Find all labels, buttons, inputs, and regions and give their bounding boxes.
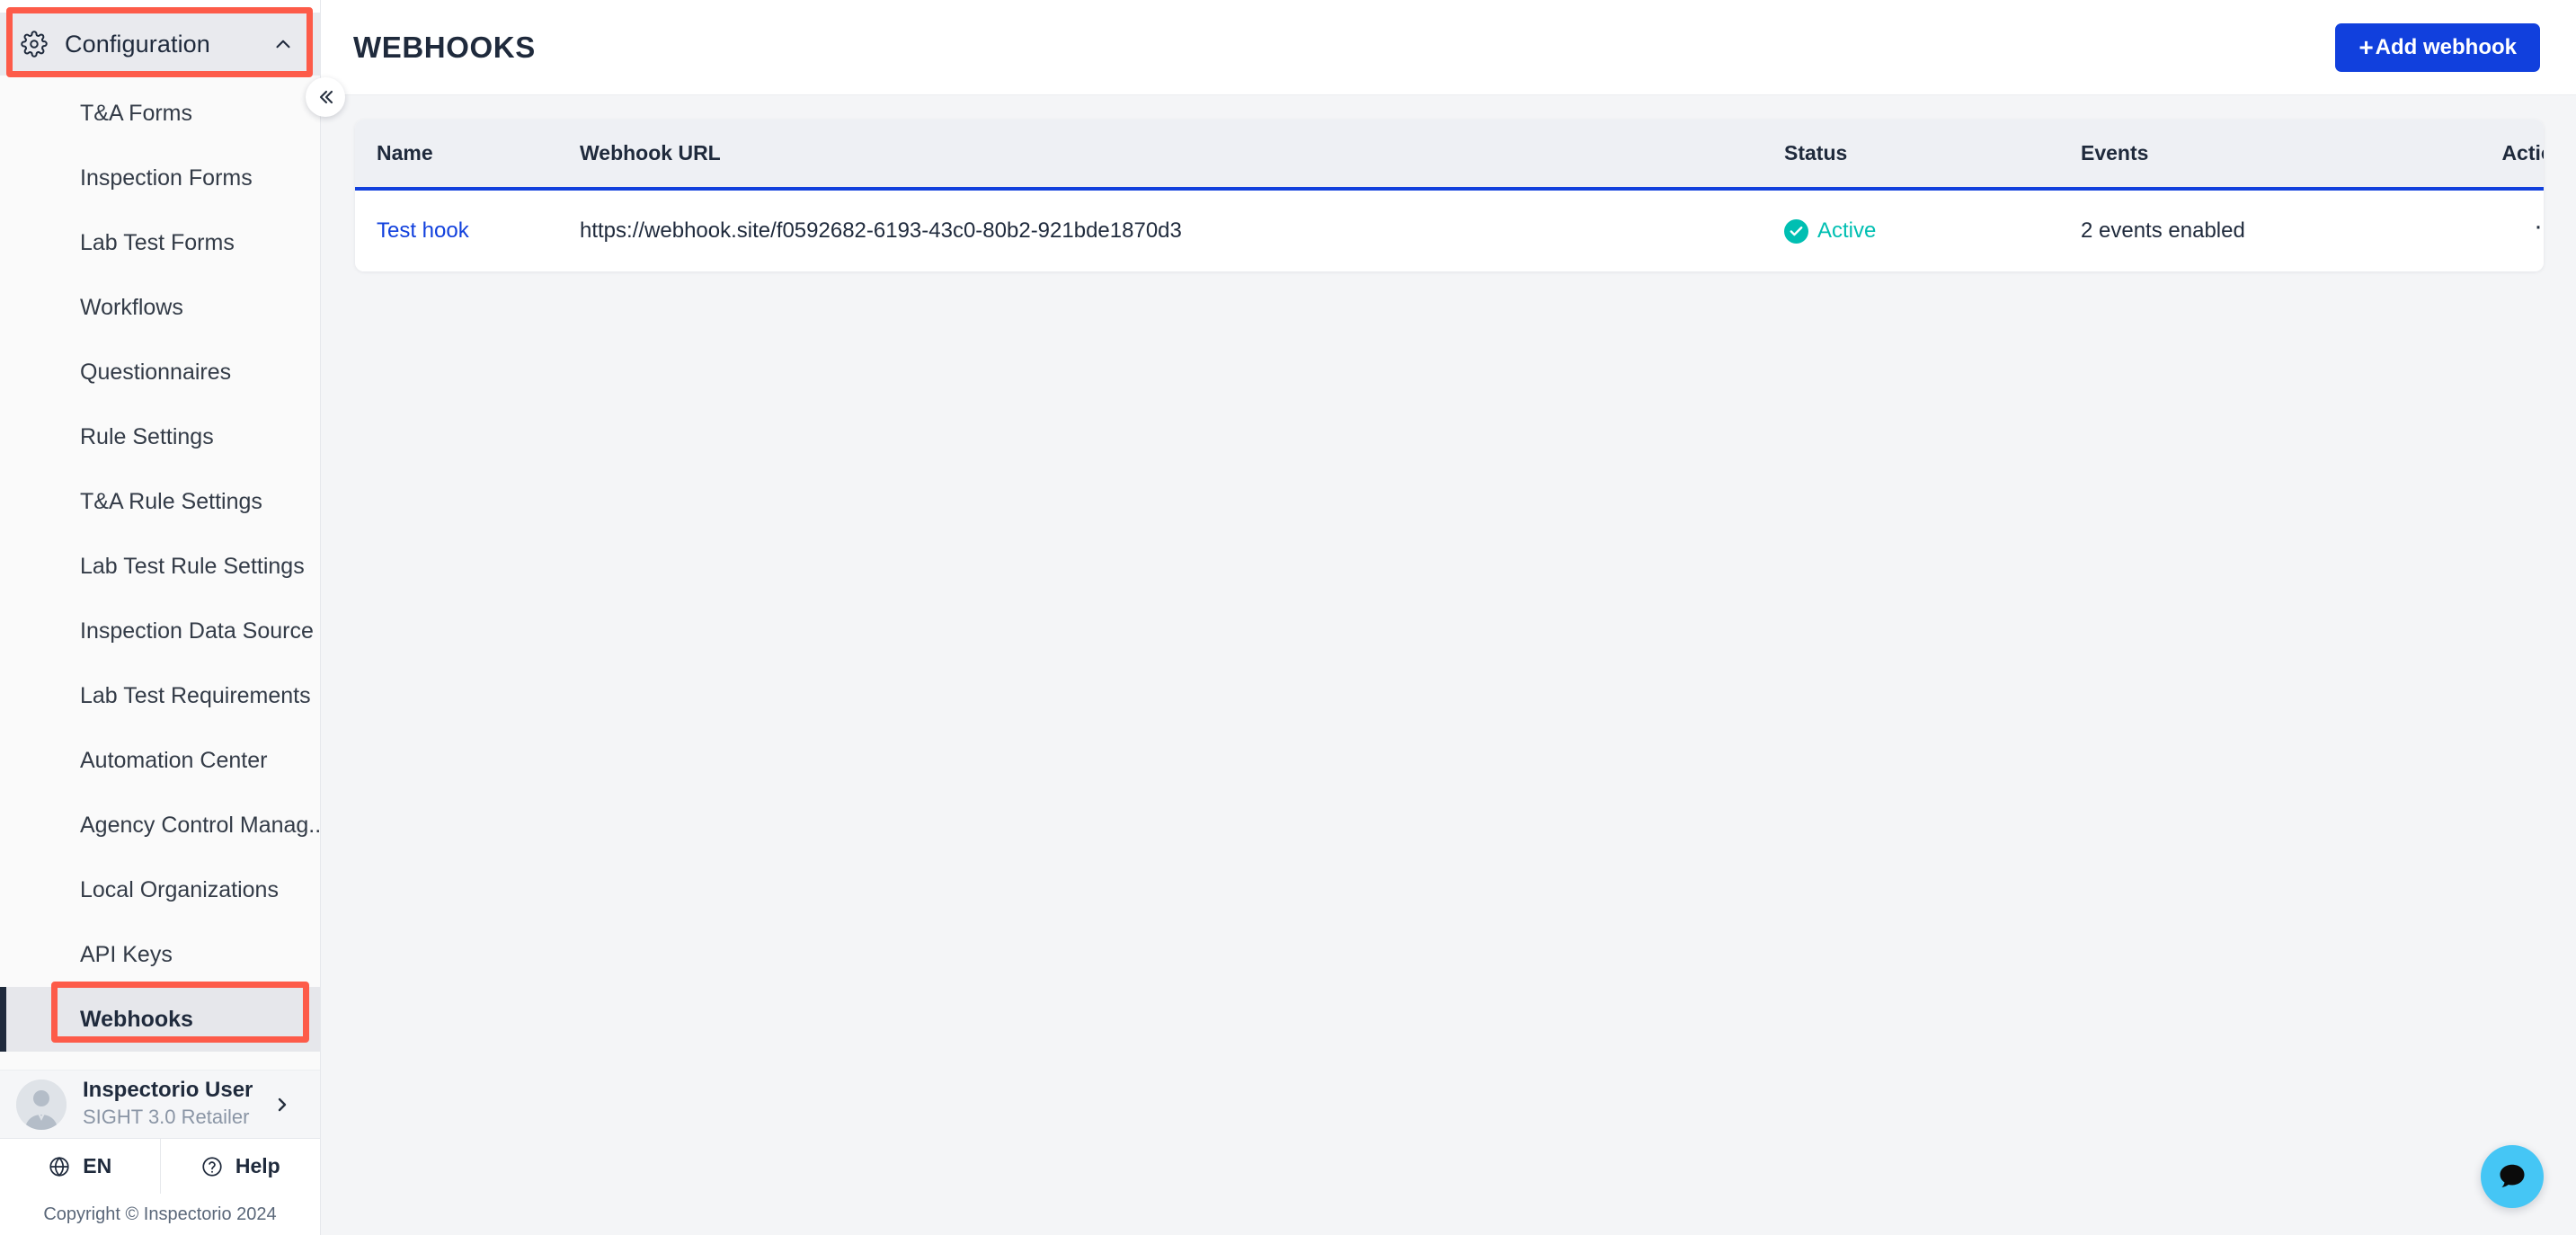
chevron-right-icon[interactable] xyxy=(271,1094,293,1115)
page-title: WEBHOOKS xyxy=(353,30,536,64)
sidebar-item-label: Lab Test Rule Settings xyxy=(80,553,305,579)
question-circle-icon xyxy=(200,1155,224,1178)
help-button[interactable]: Help xyxy=(159,1139,321,1194)
gear-icon xyxy=(20,30,49,58)
webhooks-card: Name Webhook URL Status Events Action Te… xyxy=(355,120,2544,271)
sidebar-item-agency-control-management[interactable]: Agency Control Manag... xyxy=(0,793,320,857)
column-header-name[interactable]: Name xyxy=(355,120,580,191)
status-badge: Active xyxy=(1784,218,2081,244)
sidebar-item-label: Inspection Data Source xyxy=(80,618,314,644)
webhook-name-link[interactable]: Test hook xyxy=(377,218,469,243)
sidebar-item-label: Workflows xyxy=(80,294,183,320)
add-webhook-label: Add webhook xyxy=(2375,34,2517,59)
sidebar-item-lab-test-requirements[interactable]: Lab Test Requirements xyxy=(0,663,320,728)
webhooks-table: Name Webhook URL Status Events Action Te… xyxy=(355,120,2544,271)
table-body: Test hook https://webhook.site/f0592682-… xyxy=(355,189,2544,271)
sidebar-item-label: Inspection Forms xyxy=(80,164,253,191)
table-head: Name Webhook URL Status Events Action xyxy=(355,120,2544,191)
chevron-up-icon[interactable] xyxy=(270,31,297,58)
table-header-row: Name Webhook URL Status Events Action xyxy=(355,120,2544,191)
sidebar-section-header-configuration[interactable]: Configuration xyxy=(0,13,320,76)
sidebar-item-label: Automation Center xyxy=(80,747,268,773)
sidebar-collapse-button[interactable] xyxy=(306,77,345,117)
column-header-events[interactable]: Events xyxy=(2081,120,2458,191)
sidebar-item-rule-settings[interactable]: Rule Settings xyxy=(0,404,320,469)
cell-status: Active xyxy=(1784,189,2081,271)
sidebar-item-label: T&A Rule Settings xyxy=(80,488,262,514)
table-row[interactable]: Test hook https://webhook.site/f0592682-… xyxy=(355,189,2544,271)
language-label: EN xyxy=(83,1154,112,1177)
sidebar-item-ta-forms[interactable]: T&A Forms xyxy=(0,81,320,146)
sidebar-item-label: Agency Control Manag... xyxy=(80,812,320,838)
sidebar-user-text: Inspectorio User SIGHT 3.0 Retailer xyxy=(83,1078,271,1130)
cell-name: Test hook xyxy=(355,189,580,271)
add-webhook-button[interactable]: + Add webhook xyxy=(2335,22,2540,72)
chat-bubble-icon xyxy=(2496,1160,2528,1193)
sidebar-top-strip xyxy=(0,0,320,13)
sidebar-item-label: Questionnaires xyxy=(80,359,232,385)
app-root: Configuration T&A Forms Inspection Forms… xyxy=(0,0,2576,1235)
page-header: WEBHOOKS + Add webhook xyxy=(321,0,2576,95)
sidebar-item-api-keys[interactable]: API Keys xyxy=(0,922,320,987)
sidebar-item-label: Rule Settings xyxy=(80,423,214,449)
cell-events: 2 events enabled xyxy=(2081,189,2458,271)
status-label: Active xyxy=(1817,218,1877,243)
column-header-action: Action xyxy=(2458,120,2544,191)
sidebar-item-label: Webhooks xyxy=(80,1006,193,1032)
plus-icon: + xyxy=(2358,32,2374,61)
column-header-status[interactable]: Status xyxy=(1784,120,2081,191)
sidebar-item-label: Lab Test Requirements xyxy=(80,682,311,708)
sidebar-item-lab-test-forms[interactable]: Lab Test Forms xyxy=(0,210,320,275)
content-area: Name Webhook URL Status Events Action Te… xyxy=(321,95,2576,1235)
sidebar-item-inspection-forms[interactable]: Inspection Forms xyxy=(0,146,320,210)
sidebar-item-label: Lab Test Forms xyxy=(80,229,235,255)
sidebar-item-questionnaires[interactable]: Questionnaires xyxy=(0,340,320,404)
sidebar-item-lab-test-rule-settings[interactable]: Lab Test Rule Settings xyxy=(0,534,320,599)
sidebar-item-automation-center[interactable]: Automation Center xyxy=(0,728,320,793)
avatar xyxy=(16,1079,67,1130)
sidebar-item-workflows[interactable]: Workflows xyxy=(0,275,320,340)
sidebar-user-profile[interactable]: Inspectorio User SIGHT 3.0 Retailer xyxy=(0,1070,320,1138)
sidebar: Configuration T&A Forms Inspection Forms… xyxy=(0,0,321,1235)
globe-icon xyxy=(48,1155,71,1178)
sidebar-user-name: Inspectorio User xyxy=(83,1078,253,1103)
sidebar-item-inspection-data-source[interactable]: Inspection Data Source xyxy=(0,599,320,663)
sidebar-actions: EN Help xyxy=(0,1138,320,1194)
sidebar-item-local-organizations[interactable]: Local Organizations xyxy=(0,857,320,922)
sidebar-item-label: T&A Forms xyxy=(80,100,193,126)
column-header-url[interactable]: Webhook URL xyxy=(580,120,1784,191)
chat-widget-button[interactable] xyxy=(2481,1145,2544,1208)
row-actions-menu-icon[interactable]: ··· xyxy=(2534,213,2544,249)
help-label: Help xyxy=(235,1154,280,1177)
sidebar-section-title: Configuration xyxy=(65,30,210,58)
cell-action: ··· xyxy=(2458,189,2544,271)
sidebar-user-role: SIGHT 3.0 Retailer xyxy=(83,1106,250,1128)
sidebar-nav: T&A Forms Inspection Forms Lab Test Form… xyxy=(0,76,320,1070)
sidebar-item-webhooks[interactable]: Webhooks xyxy=(0,987,320,1052)
sidebar-item-label: Local Organizations xyxy=(80,876,279,902)
cell-url: https://webhook.site/f0592682-6193-43c0-… xyxy=(580,189,1784,271)
copyright-text: Copyright © Inspectorio 2024 xyxy=(0,1194,320,1235)
sidebar-item-label: API Keys xyxy=(80,941,173,967)
main-content: WEBHOOKS + Add webhook Name Webhook URL … xyxy=(321,0,2576,1235)
check-circle-icon xyxy=(1784,218,1808,244)
sidebar-item-ta-rule-settings[interactable]: T&A Rule Settings xyxy=(0,469,320,534)
language-selector[interactable]: EN xyxy=(0,1139,160,1194)
double-chevron-left-icon xyxy=(315,86,336,108)
